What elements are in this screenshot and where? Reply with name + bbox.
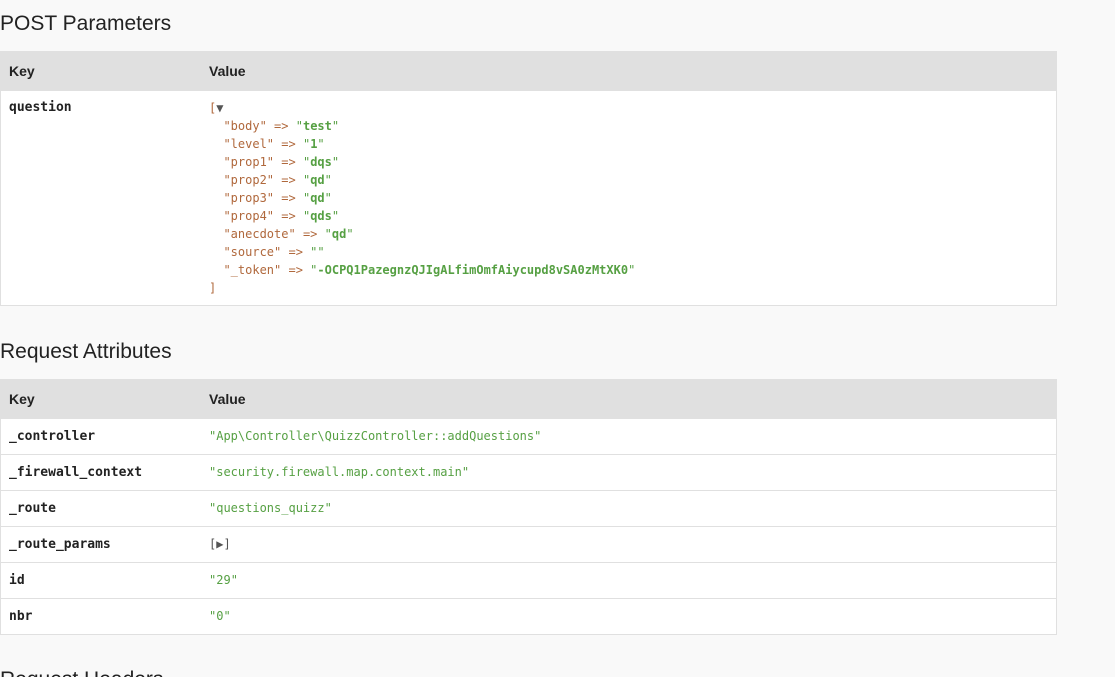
- post-parameters-title: POST Parameters: [0, 12, 172, 35]
- table-row: _firewall_context "security.firewall.map.…: [0, 454, 1057, 491]
- dump-entry-key: "prop4": [223, 209, 275, 223]
- table-row: _controller "App\Controller\QuizzControll…: [0, 418, 1057, 455]
- dump-entry-arrow: =>: [281, 209, 296, 223]
- dump-entry-key: "source": [223, 245, 282, 259]
- attribute-value: "29": [201, 562, 1057, 599]
- param-key: question: [0, 90, 201, 306]
- dump-entry-key: "level": [223, 137, 275, 151]
- param-value-dump: [▼ "body" => "test" "level" => "1" "prop…: [201, 90, 1057, 306]
- attribute-value: "App\Controller\QuizzController::addQues…: [201, 418, 1057, 455]
- attribute-string: "security.firewall.map.context.main": [209, 465, 470, 479]
- post-parameters-table: Key Value question [▼ "body" => "test" "…: [0, 51, 1057, 306]
- dump-entry: "_token" => "-OCPQ1PazegnzQJIgALfimOmfAi…: [209, 261, 1048, 279]
- attribute-value: "0": [201, 598, 1057, 635]
- dump-entry-value: "qds": [302, 209, 340, 223]
- collapse-toggle-icon[interactable]: ▼: [216, 101, 223, 115]
- attribute-string: "0": [209, 609, 231, 623]
- dump-entry-value: "test": [295, 119, 340, 133]
- dump-entry: "anecdote" => "qd": [209, 225, 1048, 243]
- dump-entry-arrow: =>: [281, 137, 296, 151]
- value-header: Value: [201, 379, 1057, 419]
- profiler-request-panel: POST Parameters Key Value question [▼ "b…: [0, 0, 1115, 677]
- dump-entry-arrow: =>: [288, 263, 303, 277]
- dump-entry: "body" => "test": [209, 117, 1048, 135]
- dump-entries: "body" => "test" "level" => "1" "prop1" …: [209, 117, 1048, 279]
- dump-entry: "prop4" => "qds": [209, 207, 1048, 225]
- attribute-key: _firewall_context: [0, 454, 201, 491]
- dump-entry: "prop1" => "dqs": [209, 153, 1048, 171]
- request-headers-title: Request Headers: [0, 668, 163, 677]
- dump-entry: "prop3" => "qd": [209, 189, 1048, 207]
- key-header: Key: [0, 379, 201, 419]
- dump-entry-arrow: =>: [288, 245, 303, 259]
- table-row: question [▼ "body" => "test" "level" => …: [0, 90, 1057, 306]
- attribute-key: id: [0, 562, 201, 599]
- dump-entry-arrow: =>: [281, 173, 296, 187]
- attribute-string: "questions_quizz": [209, 501, 332, 515]
- request-attributes-title: Request Attributes: [0, 340, 172, 363]
- dump-entry-value: "qd": [302, 191, 332, 205]
- dump-entry-key: "body": [223, 119, 267, 133]
- value-header: Value: [201, 51, 1057, 91]
- attribute-key: _controller: [0, 418, 201, 455]
- attribute-string: "App\Controller\QuizzController::addQues…: [209, 429, 542, 443]
- dump-entry-value: "-OCPQ1PazegnzQJIgALfimOmfAiycupd8vSA0zM…: [310, 263, 636, 277]
- dump-entry-arrow: =>: [281, 191, 296, 205]
- key-header: Key: [0, 51, 201, 91]
- attribute-value: "security.firewall.map.context.main": [201, 454, 1057, 491]
- expand-toggle-icon[interactable]: [▶]: [209, 537, 231, 551]
- dump-entry-value: "qd": [302, 173, 332, 187]
- dump-entry-key: "_token": [223, 263, 282, 277]
- dump-entry-value: "1": [302, 137, 325, 151]
- attribute-key: _route: [0, 490, 201, 527]
- table-row: _route "questions_quizz": [0, 490, 1057, 527]
- dump-entry-arrow: =>: [281, 155, 296, 169]
- attribute-string: "29": [209, 573, 238, 587]
- dump-entry-value: "dqs": [302, 155, 340, 169]
- dump-entry-key: "prop1": [223, 155, 275, 169]
- dump-entry-key: "prop3": [223, 191, 275, 205]
- dump-entry: "level" => "1": [209, 135, 1048, 153]
- attribute-key: nbr: [0, 598, 201, 635]
- dump-entry-value: "qd": [324, 227, 354, 241]
- attribute-value: [▶]: [201, 526, 1057, 563]
- dump-entry-value: "": [310, 245, 325, 259]
- dump-entry: "source" => "": [209, 243, 1048, 261]
- attribute-value: "questions_quizz": [201, 490, 1057, 527]
- dump-entry-arrow: =>: [302, 227, 318, 241]
- dump-entry-key: "anecdote": [223, 227, 296, 241]
- dump-entry: "prop2" => "qd": [209, 171, 1048, 189]
- attribute-key: _route_params: [0, 526, 201, 563]
- dump-entry-arrow: =>: [274, 119, 289, 133]
- request-attributes-table: Key Value _controller "App\Controller\Qui…: [0, 379, 1057, 635]
- table-row: id "29": [0, 562, 1057, 599]
- close-bracket: ]: [209, 281, 217, 295]
- dump-entry-key: "prop2": [223, 173, 275, 187]
- table-row: _route_params [▶]: [0, 526, 1057, 563]
- table-row: nbr "0": [0, 598, 1057, 635]
